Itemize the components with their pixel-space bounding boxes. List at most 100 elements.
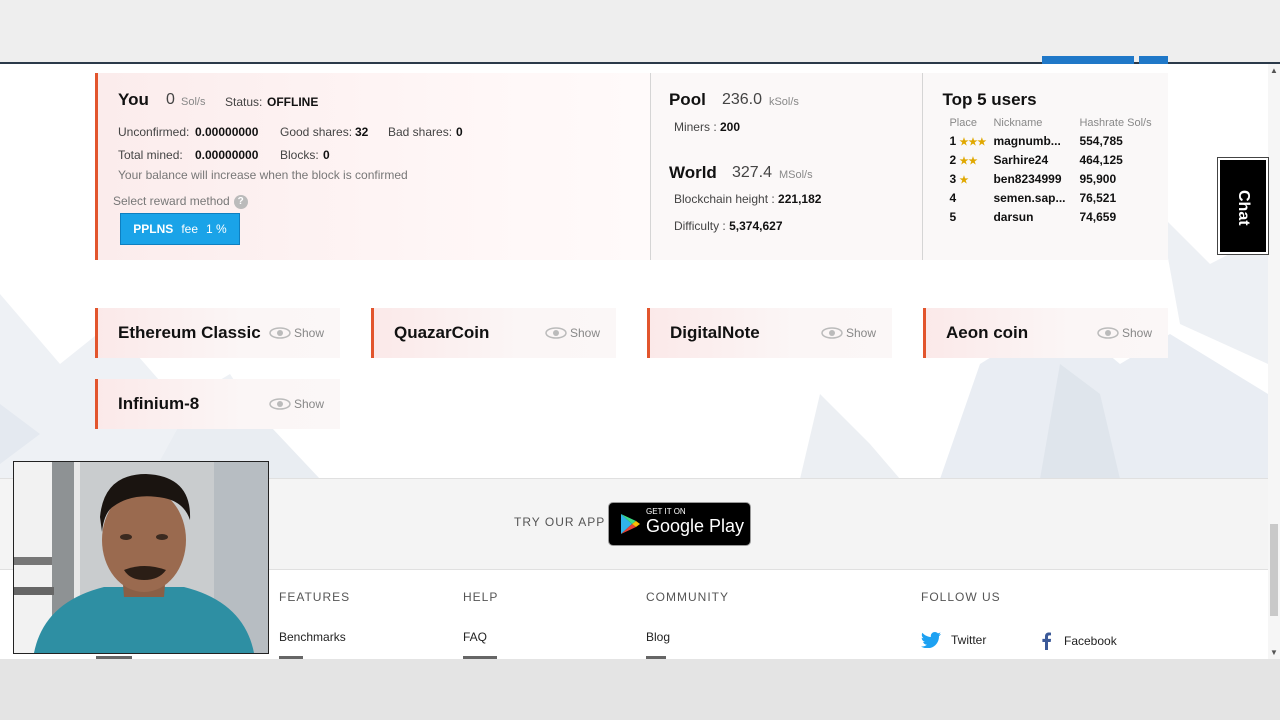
column-header-hashrate: Hashrate Sol/s <box>1079 117 1152 129</box>
column-header-nickname: Nickname <box>993 117 1043 129</box>
coin-name: DigitalNote <box>670 323 760 342</box>
blockchain-height-value: 221,182 <box>778 192 822 206</box>
show-toggle[interactable]: Show <box>545 326 600 340</box>
show-label: Show <box>293 397 324 411</box>
world-title: World <box>668 163 717 182</box>
show-label: Show <box>569 326 600 340</box>
scroll-up-icon[interactable]: ▲ <box>1270 66 1278 75</box>
coin-card-quazarcoin: QuazarCoin Show <box>371 308 616 358</box>
facebook-link[interactable]: Facebook <box>1040 632 1117 650</box>
row-hashrate: 554,785 <box>1079 134 1123 148</box>
good-shares-label: Good shares: <box>280 125 353 139</box>
reward-method-button[interactable]: PPLNS fee 1 % <box>120 213 240 245</box>
google-play-icon <box>621 514 640 534</box>
show-toggle[interactable]: Show <box>269 397 324 411</box>
good-shares-value: 32 <box>355 125 369 139</box>
star-icon: ★ <box>959 175 969 186</box>
row-hashrate: 95,900 <box>1079 172 1117 186</box>
pool-speed-unit: kSol/s <box>768 96 799 108</box>
eye-icon <box>821 327 843 339</box>
blocks-label: Blocks: <box>280 148 319 162</box>
difficulty-label: Difficulty <box>673 219 720 233</box>
world-speed-unit: MSol/s <box>778 169 813 181</box>
row-place: 1 <box>949 134 957 148</box>
blocks-value: 0 <box>323 148 330 162</box>
star-icon: ★★ <box>959 156 978 167</box>
top-users-panel: Top 5 users Place Nickname Hashrate Sol/… <box>922 73 1168 260</box>
help-icon[interactable]: ? <box>233 194 248 209</box>
reward-method-row: Select reward method? <box>113 194 248 209</box>
row-hashrate: 76,521 <box>1079 191 1117 205</box>
reward-method-fee: fee <box>181 222 198 236</box>
unconfirmed-value: 0.00000000 <box>195 125 259 139</box>
balance-note: Your balance will increase when the bloc… <box>118 168 408 182</box>
you-panel: You 0 Sol/s Status: OFFLINE Unconfirmed:… <box>95 73 650 260</box>
coin-card-digitalnote: DigitalNote Show <box>647 308 892 358</box>
row-nickname[interactable]: ben8234999 <box>993 170 1079 189</box>
difficulty-row: Difficulty : 5,374,627 <box>673 219 783 233</box>
star-icon: ★★★ <box>959 137 987 148</box>
eye-icon <box>545 327 567 339</box>
you-speed-unit: Sol/s <box>181 96 206 108</box>
blockchain-height-label: Blockchain height <box>673 192 769 206</box>
pool-world-panel: Pool 236.0 kSol/s Miners : 200 World 327… <box>649 73 923 260</box>
total-mined-label: Total mined: <box>118 148 183 162</box>
row-place: 3 <box>949 172 957 186</box>
twitter-label: Twitter <box>951 633 987 647</box>
scroll-down-icon[interactable]: ▼ <box>1270 648 1278 657</box>
coin-name: Ethereum Classic <box>118 323 261 342</box>
difficulty-value: 5,374,627 <box>729 219 783 233</box>
table-row: 1 ★★★ magnumb... 554,785 <box>949 132 1151 151</box>
footer-heading-community: COMMUNITY <box>646 590 729 604</box>
world-speed: 327.4 <box>731 164 773 181</box>
footer-link-faq[interactable]: FAQ <box>463 630 487 644</box>
show-toggle[interactable]: Show <box>269 326 324 340</box>
scrollbar-thumb[interactable] <box>1270 524 1278 616</box>
blockchain-height-row: Blockchain height : 221,182 <box>673 192 822 206</box>
browser-top-area <box>0 0 1280 66</box>
vertical-scrollbar[interactable]: ▲ ▼ <box>1268 64 1280 659</box>
show-toggle[interactable]: Show <box>1097 326 1152 340</box>
miners-row: Miners : 200 <box>673 120 741 134</box>
stats-row: You 0 Sol/s Status: OFFLINE Unconfirmed:… <box>95 73 1168 260</box>
facebook-icon <box>1042 632 1052 650</box>
coin-card-ethereum-classic: Ethereum Classic Show <box>95 308 340 358</box>
store-large-text: Google Play <box>646 516 745 536</box>
table-row: 4 semen.sap... 76,521 <box>949 189 1151 208</box>
eye-icon <box>269 398 291 410</box>
table-row: 3 ★ ben8234999 95,900 <box>949 170 1151 189</box>
row-nickname[interactable]: semen.sap... <box>993 189 1079 208</box>
bad-shares-value: 0 <box>456 125 463 139</box>
miners-value: 200 <box>720 120 741 134</box>
row-place: 4 <box>949 191 957 205</box>
row-hashrate: 74,659 <box>1079 210 1117 224</box>
row-nickname[interactable]: darsun <box>993 208 1079 227</box>
chat-tab[interactable]: Chat <box>1217 157 1269 255</box>
show-label: Show <box>845 326 876 340</box>
coin-card-aeon-coin: Aeon coin Show <box>923 308 1168 358</box>
table-row: 2 ★★ Sarhire24 464,125 <box>949 151 1151 170</box>
show-toggle[interactable]: Show <box>821 326 876 340</box>
chat-label: Chat <box>1235 190 1252 226</box>
footer-heading-features: FEATURES <box>279 590 351 604</box>
total-mined-value: 0.00000000 <box>195 148 259 162</box>
twitter-icon <box>921 632 941 648</box>
store-small-text: GET IT ON <box>646 507 686 516</box>
coin-name: Infinium-8 <box>118 394 200 413</box>
row-nickname[interactable]: magnumb... <box>993 132 1079 151</box>
twitter-link[interactable]: Twitter <box>921 632 986 648</box>
pool-title: Pool <box>668 90 706 109</box>
unconfirmed-label: Unconfirmed: <box>118 125 190 139</box>
row-hashrate: 464,125 <box>1079 153 1123 167</box>
eye-icon <box>1097 327 1119 339</box>
bottom-bar <box>0 659 1280 720</box>
google-play-button[interactable]: GET IT ON Google Play <box>608 502 751 546</box>
row-nickname[interactable]: Sarhire24 <box>993 151 1079 170</box>
status-label: Status: <box>225 95 263 109</box>
coin-card-infinium-8: Infinium-8 Show <box>95 379 340 429</box>
footer-link-blog[interactable]: Blog <box>646 630 670 644</box>
row-place: 2 <box>949 153 957 167</box>
you-title: You <box>118 90 149 109</box>
footer-link-benchmarks[interactable]: Benchmarks <box>279 630 346 644</box>
row-place: 5 <box>949 210 957 224</box>
